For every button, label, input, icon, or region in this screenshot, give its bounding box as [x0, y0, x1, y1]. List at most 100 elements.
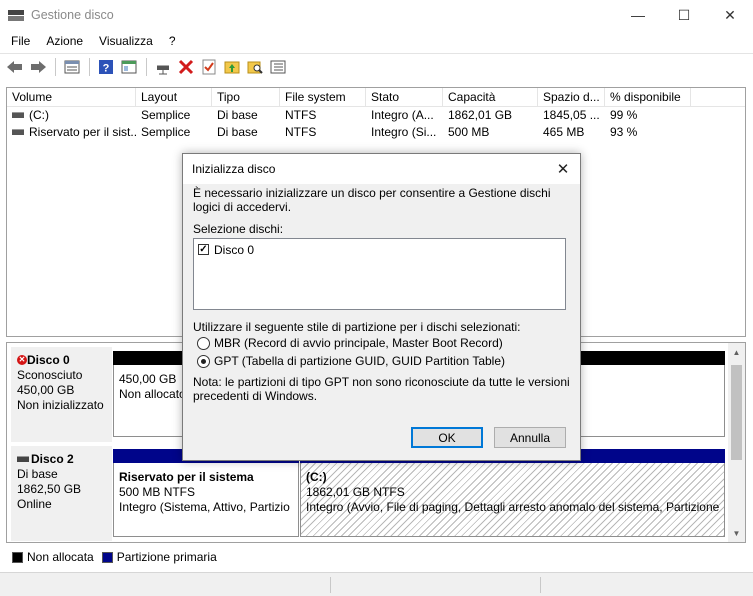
dialog-close-icon[interactable]: ✕ — [546, 154, 580, 184]
disk-list-item[interactable]: ✓ Disco 0 — [198, 242, 561, 257]
partition-size-fs: 500 MB NTFS — [119, 485, 196, 499]
status-bar — [0, 572, 753, 596]
checklist-button[interactable] — [198, 56, 220, 78]
connect-disk-button[interactable] — [152, 56, 174, 78]
toolbar-separator — [55, 57, 56, 76]
dialog-titlebar: Inizializza disco ✕ — [183, 154, 580, 184]
cell-layout: Semplice — [141, 108, 191, 122]
partition-name: Riservato per il sistema — [119, 470, 254, 484]
menu-visualizza[interactable]: Visualizza — [91, 34, 161, 48]
cell-tipo: Di base — [217, 125, 258, 139]
status-bar-divider — [330, 577, 331, 593]
folder-up-button[interactable] — [221, 56, 243, 78]
search-folder-icon — [247, 61, 263, 74]
cell-spazio: 465 MB — [543, 125, 585, 139]
scroll-up-icon[interactable]: ▲ — [732, 348, 741, 357]
legend-label: Partizione primaria — [116, 550, 217, 564]
mbr-label: MBR (Record di avvio principale, Master … — [214, 336, 503, 350]
partition-style-label: Utilizzare il seguente stile di partizio… — [193, 320, 521, 334]
partition-label: Non allocato — [119, 387, 186, 401]
folder-up-icon — [224, 61, 240, 73]
cell-capacita: 500 MB — [448, 125, 490, 139]
disk-icon — [17, 455, 29, 462]
disk-selection-label: Selezione dischi: — [193, 222, 284, 236]
console-tree-button[interactable] — [118, 56, 140, 78]
table-row[interactable]: Riservato per il sist... Semplice Di bas… — [7, 124, 745, 141]
column-header-layout[interactable]: Layout — [136, 88, 212, 106]
svg-text:?: ? — [103, 62, 110, 74]
help-button[interactable]: ? — [95, 56, 117, 78]
legend: Non allocata Partizione primaria — [6, 545, 746, 569]
disk-selection-list[interactable]: ✓ Disco 0 — [193, 238, 566, 310]
cell-capacita: 1862,01 GB — [448, 108, 513, 122]
dialog-title: Inizializza disco — [192, 162, 276, 176]
volume-list-header: Volume Layout Tipo File system Stato Cap… — [7, 88, 745, 107]
c-drive-partition[interactable]: (C:) 1862,01 GB NTFS Integro (Avvio, Fil… — [300, 449, 725, 537]
cell-stato: Integro (Si... — [371, 125, 437, 139]
search-folder-button[interactable] — [244, 56, 266, 78]
cell-volume: (C:) — [29, 108, 49, 122]
legend-swatch-black — [12, 551, 23, 563]
column-header-capacita[interactable]: Capacità — [443, 88, 538, 106]
properties-button[interactable] — [61, 56, 83, 78]
disk-0-status: Non inizializzato — [17, 398, 104, 412]
column-header-spazio[interactable]: Spazio d... — [538, 88, 605, 106]
list-view-button[interactable] — [267, 56, 289, 78]
toolbar-separator — [89, 57, 90, 76]
gpt-radio[interactable] — [197, 354, 210, 368]
cell-spazio: 1845,05 ... — [543, 108, 600, 122]
table-row[interactable]: (C:) Semplice Di base NTFS Integro (A...… — [7, 107, 745, 124]
initialize-disk-dialog: Inizializza disco ✕ È necessario inizial… — [182, 153, 581, 461]
minimize-button[interactable]: — — [615, 0, 661, 30]
disk-0-name: Disco 0 — [27, 353, 70, 367]
help-icon: ? — [99, 59, 113, 74]
disk-management-app-icon — [8, 8, 24, 22]
menu-azione[interactable]: Azione — [38, 34, 91, 48]
column-header-tipo[interactable]: Tipo — [212, 88, 280, 106]
drive-icon — [12, 128, 24, 135]
forward-arrow-icon — [31, 60, 46, 73]
mbr-option[interactable]: MBR (Record di avvio principale, Master … — [197, 334, 571, 352]
checklist-icon — [202, 59, 216, 74]
disk-2-name: Disco 2 — [31, 452, 74, 466]
back-button[interactable] — [4, 56, 26, 78]
cell-tipo: Di base — [217, 108, 258, 122]
column-header-volume[interactable]: Volume — [7, 88, 136, 106]
partition-status: Integro (Avvio, File di paging, Dettagli… — [306, 500, 723, 514]
maximize-button[interactable]: ☐ — [661, 0, 707, 30]
close-window-button[interactable]: ✕ — [707, 0, 753, 30]
menu-file[interactable]: File — [0, 34, 38, 48]
gpt-option[interactable]: GPT (Tabella di partizione GUID, GUID Pa… — [197, 352, 571, 370]
properties-grid-icon — [64, 60, 80, 73]
mbr-radio[interactable] — [197, 336, 210, 350]
column-header-stato[interactable]: Stato — [366, 88, 443, 106]
menu-bar: File Azione Visualizza ? — [0, 30, 753, 52]
disk-2-label[interactable]: Disco 2 Di base 1862,50 GB Online — [11, 446, 112, 541]
connect-disk-icon — [157, 64, 169, 74]
cell-perc: 93 % — [610, 125, 638, 139]
console-tree-icon — [121, 60, 137, 73]
gpt-label: GPT (Tabella di partizione GUID, GUID Pa… — [214, 354, 506, 368]
scrollbar-thumb[interactable] — [731, 365, 742, 460]
menu-help[interactable]: ? — [161, 34, 184, 48]
ok-button[interactable]: OK — [411, 427, 483, 448]
partition-size: 450,00 GB — [119, 372, 177, 386]
dialog-message: È necessario inizializzare un disco per … — [193, 186, 551, 214]
delete-icon — [178, 59, 194, 74]
column-header-perc-disponibile[interactable]: % disponibile — [605, 88, 691, 106]
window-titlebar: Gestione disco — ☐ ✕ — [0, 0, 753, 30]
vertical-scrollbar[interactable]: ▲ ▼ — [728, 343, 745, 542]
legend-swatch-blue — [101, 551, 113, 563]
disk-0-label[interactable]: ✕ Disco 0 Sconosciuto 450,00 GB Non inizi… — [11, 347, 112, 442]
delete-button[interactable] — [175, 56, 197, 78]
disk-0-checkbox[interactable]: ✓ — [198, 244, 209, 255]
scroll-down-icon[interactable]: ▼ — [732, 529, 741, 538]
forward-button[interactable] — [27, 56, 49, 78]
error-icon: ✕ — [17, 354, 27, 365]
cancel-button[interactable]: Annulla — [494, 427, 566, 448]
legend-item-primary: Partizione primaria — [101, 550, 217, 564]
column-header-file-system[interactable]: File system — [280, 88, 366, 106]
status-bar-divider — [540, 577, 541, 593]
system-reserved-partition[interactable]: Riservato per il sistema 500 MB NTFS Int… — [113, 449, 299, 537]
cell-stato: Integro (A... — [371, 108, 434, 122]
